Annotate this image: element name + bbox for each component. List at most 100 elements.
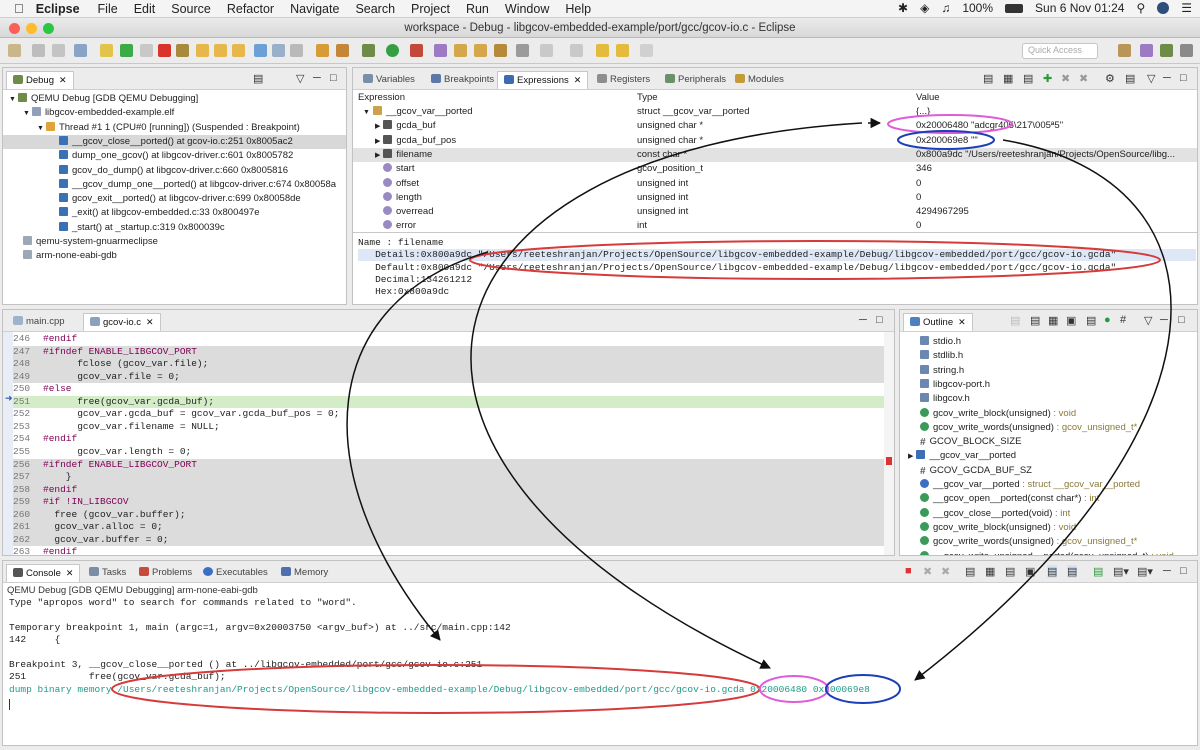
expression-value[interactable]: 0x20006480 "adcgr405\217\005ª5" bbox=[916, 119, 1194, 133]
show-on-output-icon[interactable]: ▣ bbox=[1025, 565, 1035, 578]
expression-row[interactable]: ▶ gcda_buf unsigned char * 0x20006480 "adcg… bbox=[353, 119, 1197, 133]
code-line[interactable]: 257 } bbox=[13, 471, 887, 484]
new-icon[interactable] bbox=[8, 44, 21, 57]
menu-source[interactable]: Source bbox=[171, 2, 211, 16]
disconnect-icon[interactable] bbox=[176, 44, 189, 57]
expression-value[interactable]: 4294967295 bbox=[916, 205, 1194, 219]
skip-breakpoints-icon[interactable] bbox=[74, 44, 87, 57]
clear-console-icon[interactable]: ▤ bbox=[965, 565, 975, 578]
debug-tree-frame[interactable]: dump_one_gcov() at libgcov-driver.c:601 … bbox=[3, 149, 346, 163]
notifications-icon[interactable]: ☰ bbox=[1181, 1, 1192, 15]
outline-item[interactable]: # GCOV_GCDA_BUF_SZ bbox=[920, 464, 1195, 478]
expression-value[interactable]: 0 bbox=[916, 177, 1194, 191]
code-line[interactable]: 247 #ifndef ENABLE_LIBGCOV_PORT bbox=[13, 345, 887, 359]
menu-navigate[interactable]: Navigate bbox=[290, 2, 339, 16]
print-icon[interactable] bbox=[52, 44, 65, 57]
menu-edit[interactable]: Edit bbox=[134, 2, 156, 16]
minimize-view-icon[interactable]: ─ bbox=[1163, 565, 1171, 577]
view-menu-icon[interactable]: ▽ bbox=[1144, 314, 1152, 327]
tab-tasks[interactable]: Tasks bbox=[83, 564, 132, 582]
expand-arrow-icon[interactable]: ▶ bbox=[908, 453, 913, 460]
expand-arrow-icon[interactable]: ▼ bbox=[23, 110, 30, 117]
hide-non-public-icon[interactable]: ▤ bbox=[1086, 314, 1096, 327]
outline-item[interactable]: __gcov_close__ported(void) : int bbox=[920, 507, 1195, 521]
volume-icon[interactable]: ♫ bbox=[941, 1, 950, 15]
code-line[interactable]: 253 gcov_var.filename = NULL; bbox=[13, 421, 887, 434]
drop-frame-icon[interactable] bbox=[272, 44, 285, 57]
collapse-all-icon[interactable]: ▤ bbox=[1030, 314, 1040, 327]
step-over-icon[interactable] bbox=[214, 44, 227, 57]
debug-perspective-icon[interactable] bbox=[1160, 44, 1173, 57]
add-expression-icon[interactable]: ✚ bbox=[1043, 72, 1052, 85]
code-line[interactable]: 255 gcov_var.length = 0; bbox=[13, 446, 887, 459]
open-perspective-icon[interactable] bbox=[1118, 44, 1131, 57]
new-project-icon[interactable] bbox=[434, 44, 447, 57]
expression-value[interactable]: 0 bbox=[916, 191, 1194, 205]
expression-row[interactable]: start gcov_position_t 346 bbox=[353, 162, 1197, 176]
perspective-3-icon[interactable] bbox=[1180, 44, 1193, 57]
expression-value[interactable]: 0x800a9dc "/Users/reeteshranjan/Projects… bbox=[916, 148, 1194, 162]
tab-outline[interactable]: Outline ✕ bbox=[903, 313, 973, 331]
open-console-icon[interactable]: ▤▾ bbox=[1113, 565, 1129, 578]
close-tab-icon[interactable]: ✕ bbox=[59, 75, 67, 85]
outline-item[interactable]: __gcov_write_unsigned__ported(gcov_unsig… bbox=[920, 550, 1195, 555]
tab-peripherals[interactable]: Peripherals bbox=[659, 71, 732, 89]
scroll-lock-icon[interactable]: ▦ bbox=[985, 565, 995, 578]
expression-row[interactable]: ▶ gcda_buf_pos unsigned char * 0x200069e8 "… bbox=[353, 134, 1197, 148]
external-tools-icon[interactable] bbox=[410, 44, 423, 57]
close-tab-icon[interactable]: ✕ bbox=[146, 317, 154, 327]
debug-tree-thread-1[interactable]: ▼ Thread #1 1 (CPU#0 [running]) (Suspende… bbox=[3, 121, 346, 135]
hide-fields-icon[interactable]: ▦ bbox=[1048, 314, 1058, 327]
menu-window[interactable]: Window bbox=[505, 2, 549, 16]
expression-value[interactable]: {...} bbox=[916, 105, 1194, 119]
outline-item[interactable]: libgcov.h bbox=[920, 392, 1195, 406]
close-window-button[interactable] bbox=[9, 23, 20, 34]
bluetooth-icon[interactable]: ✱ bbox=[898, 1, 908, 15]
menu-project[interactable]: Project bbox=[411, 2, 450, 16]
display-console-icon[interactable]: ▤ bbox=[1093, 565, 1103, 578]
prev-annotation-icon[interactable] bbox=[570, 44, 583, 57]
console-cursor[interactable] bbox=[9, 699, 10, 710]
outline-item[interactable]: libgcov-port.h bbox=[920, 378, 1195, 392]
tab-console[interactable]: Console ✕ bbox=[6, 564, 81, 582]
search-toolbar-icon[interactable] bbox=[516, 44, 529, 57]
expand-arrow-icon[interactable]: ▼ bbox=[37, 125, 44, 132]
expression-value[interactable]: 346 bbox=[916, 162, 1194, 176]
maximize-view-icon[interactable]: □ bbox=[1180, 565, 1187, 577]
tab-executables[interactable]: Executables bbox=[197, 564, 274, 582]
expression-row[interactable]: overread unsigned int 4294967295 bbox=[353, 205, 1197, 219]
column-type[interactable]: Type bbox=[637, 91, 658, 104]
view-menu-icon[interactable]: ▽ bbox=[296, 72, 304, 85]
build-icon[interactable] bbox=[316, 44, 329, 57]
maximize-view-icon[interactable]: □ bbox=[1178, 314, 1185, 326]
minimize-view-icon[interactable]: ─ bbox=[313, 72, 321, 84]
settings-icon[interactable]: ⚙ bbox=[1105, 72, 1115, 85]
debug-tree-process-gdb[interactable]: arm-none-eabi-gdb bbox=[3, 249, 346, 263]
link-icon[interactable]: ● bbox=[1104, 314, 1111, 326]
minimize-view-icon[interactable]: ─ bbox=[1160, 314, 1168, 326]
expression-row[interactable]: offset unsigned int 0 bbox=[353, 177, 1197, 191]
expression-row[interactable]: ▶ filename const char * 0x800a9dc "/Users/r… bbox=[353, 147, 1197, 162]
menu-file[interactable]: File bbox=[98, 2, 118, 16]
console-command-line[interactable]: dump binary memory /Users/reeteshranjan/… bbox=[9, 684, 870, 696]
expand-arrow-icon[interactable]: ▶ bbox=[375, 123, 380, 130]
menu-run[interactable]: Run bbox=[466, 2, 489, 16]
expand-arrow-icon[interactable]: ▶ bbox=[375, 152, 380, 159]
tab-expressions[interactable]: Expressions ✕ bbox=[497, 71, 589, 89]
outline-item[interactable]: gcov_write_words(unsigned) : gcov_unsign… bbox=[920, 421, 1195, 435]
open-resource-icon[interactable] bbox=[494, 44, 507, 57]
code-line[interactable]: 254 #endif bbox=[13, 433, 887, 446]
new-console-icon[interactable]: ▤▾ bbox=[1137, 565, 1153, 578]
close-tab-icon[interactable]: ✕ bbox=[66, 568, 74, 578]
forward-icon[interactable] bbox=[640, 44, 653, 57]
apple-icon[interactable]:  bbox=[14, 1, 24, 16]
tab-modules[interactable]: Modules bbox=[729, 71, 790, 89]
close-tab-icon[interactable]: ✕ bbox=[958, 317, 966, 327]
tab-debug[interactable]: Debug ✕ bbox=[6, 71, 74, 89]
code-line[interactable]: 262 gcov_var.buffer = 0; bbox=[13, 533, 887, 547]
wifi-icon[interactable]: ◈ bbox=[920, 1, 929, 15]
debug-tree-frame[interactable]: __gcov_close__ported() at gcov-io.c:251 … bbox=[3, 134, 346, 149]
collapse-arrow-icon[interactable]: ▼ bbox=[363, 109, 370, 116]
use-step-filters-icon[interactable] bbox=[290, 44, 303, 57]
outline-item[interactable]: string.h bbox=[920, 364, 1195, 378]
